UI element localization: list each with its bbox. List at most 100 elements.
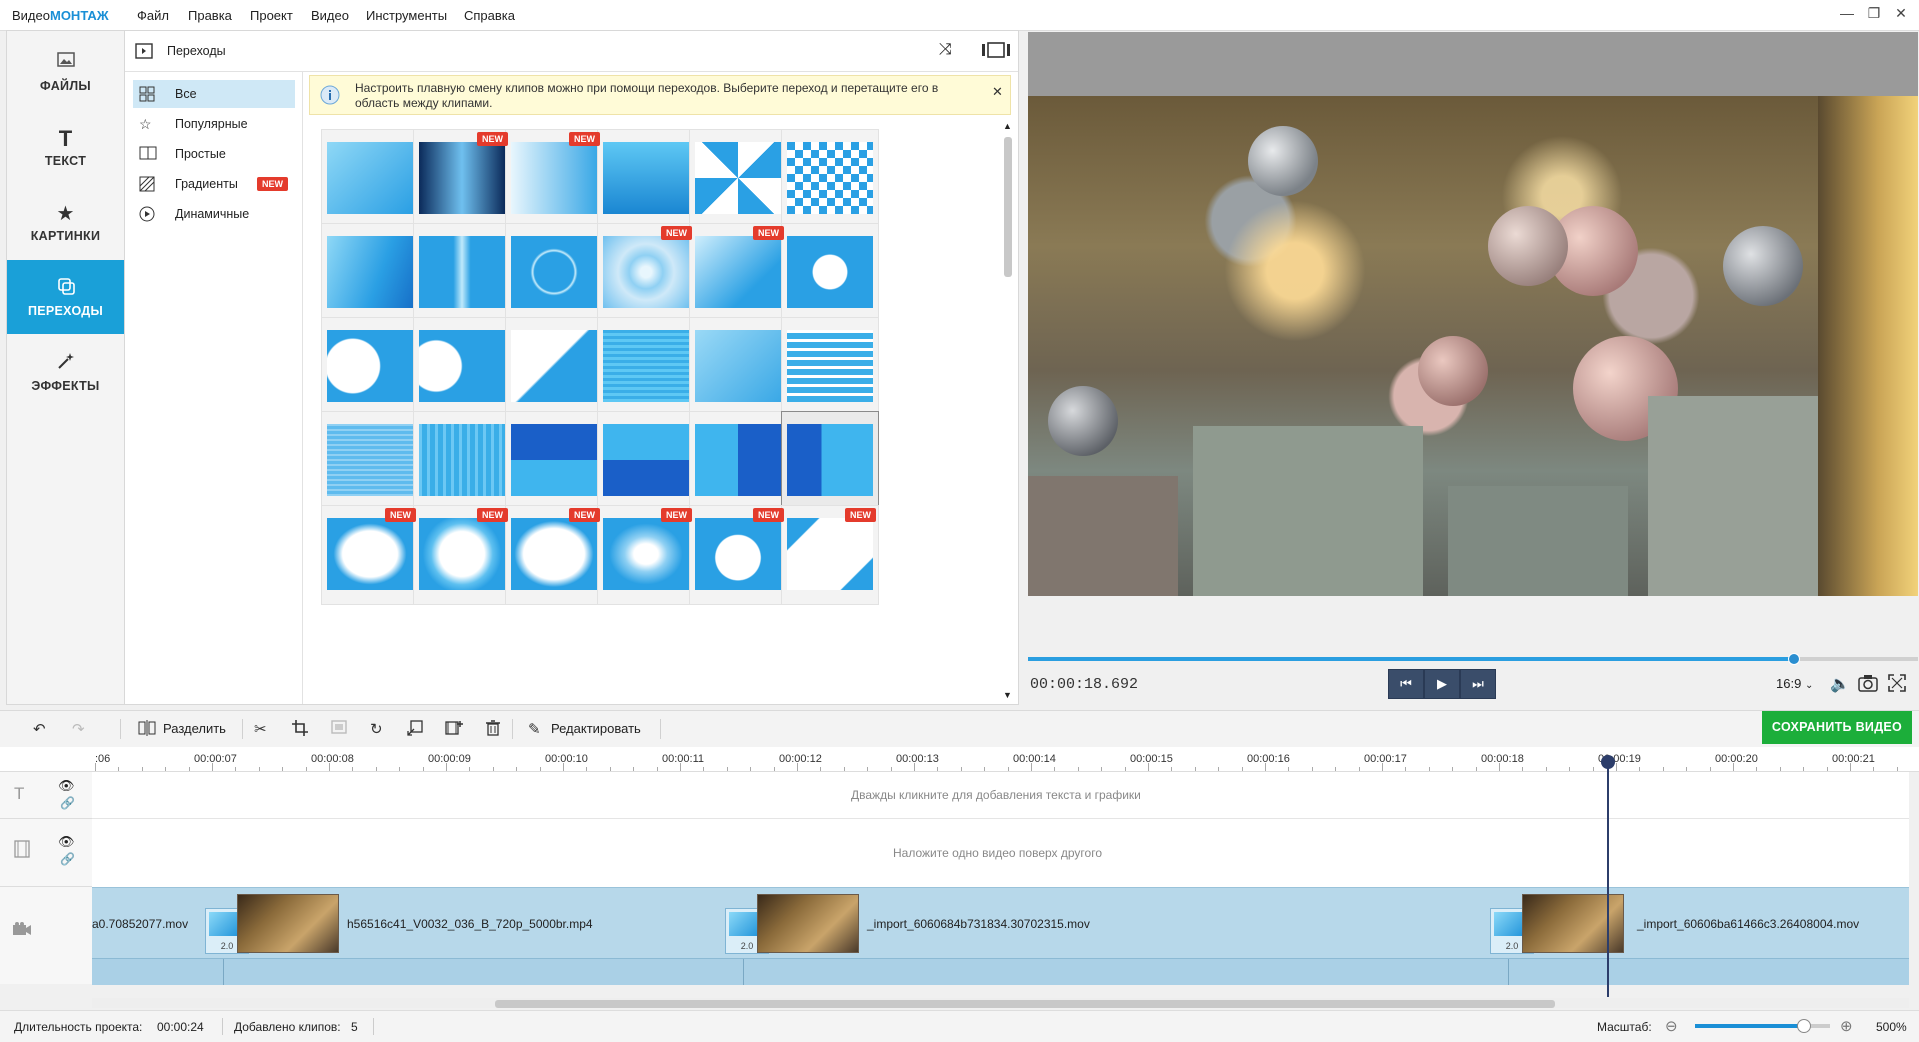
- transition-tile[interactable]: NEW: [689, 223, 787, 323]
- eye-icon[interactable]: 👁: [58, 834, 75, 850]
- video-track[interactable]: a0.70852077.mov 2.0 h56516c41_V0032_036_…: [92, 887, 1909, 958]
- transition-tile[interactable]: NEW: [413, 129, 511, 229]
- menu-edit[interactable]: Правка: [188, 8, 232, 23]
- nav-files[interactable]: ФАЙЛЫ: [7, 35, 124, 109]
- category-simple[interactable]: Простые: [133, 140, 295, 168]
- transition-tile[interactable]: [781, 223, 879, 323]
- text-icon: T: [58, 126, 73, 151]
- previous-button[interactable]: ⏮: [1388, 669, 1424, 699]
- close-info-icon[interactable]: ✕: [992, 84, 1003, 100]
- new-badge: NEW: [477, 132, 508, 146]
- split-icon[interactable]: [138, 720, 156, 740]
- nav-text[interactable]: T ТЕКСТ: [7, 110, 124, 184]
- scroll-up-icon[interactable]: ▲: [1003, 121, 1012, 131]
- status-bar: Длительность проекта: 00:00:24 Добавлено…: [0, 1010, 1919, 1042]
- transition-tile[interactable]: [413, 223, 511, 323]
- transition-tile[interactable]: [597, 129, 695, 229]
- time-ruler[interactable]: :06 00:00:07 00:00:08 00:00:09 00:00:10 00:00…: [0, 747, 1919, 772]
- progress-knob[interactable]: [1788, 653, 1801, 665]
- transition-tile[interactable]: [781, 129, 879, 229]
- nav-effects[interactable]: ЭФФЕКТЫ: [7, 335, 124, 409]
- panel-scrollbar[interactable]: ▲ ▼: [1001, 121, 1015, 704]
- menu-project[interactable]: Проект: [250, 8, 293, 23]
- shuffle-icon[interactable]: ⤨: [939, 41, 952, 59]
- next-button[interactable]: ⏭: [1460, 669, 1496, 699]
- menu-tools[interactable]: Инструменты: [366, 8, 447, 23]
- link-icon[interactable]: 🔗: [60, 852, 75, 866]
- transition-tile[interactable]: [689, 317, 787, 417]
- transition-tile[interactable]: [413, 317, 511, 417]
- nav-images[interactable]: ★ КАРТИНКИ: [7, 185, 124, 259]
- audio-track[interactable]: [92, 958, 1909, 985]
- menu-help[interactable]: Справка: [464, 8, 515, 23]
- rotate-icon[interactable]: ↻: [370, 720, 383, 738]
- video-preview[interactable]: [1028, 32, 1918, 596]
- menu-file[interactable]: Файл: [137, 8, 169, 23]
- zoom-clip-icon[interactable]: [407, 720, 423, 740]
- volume-icon[interactable]: 🔈: [1830, 674, 1850, 694]
- play-button[interactable]: ▶: [1424, 669, 1460, 699]
- nav-transitions[interactable]: ПЕРЕХОДЫ: [7, 260, 133, 334]
- playback-progress[interactable]: [1028, 653, 1918, 665]
- timeline-scroll-thumb[interactable]: [495, 1000, 1555, 1008]
- transition-tile[interactable]: [597, 317, 695, 417]
- transition-tile[interactable]: NEW: [597, 505, 695, 605]
- zoom-slider-handle[interactable]: [1797, 1019, 1811, 1033]
- transition-tile[interactable]: [413, 411, 511, 511]
- transition-tile[interactable]: [321, 317, 419, 417]
- zoom-out-icon[interactable]: ⊖: [1665, 1017, 1678, 1035]
- transition-tile[interactable]: NEW: [689, 505, 787, 605]
- edit-button[interactable]: Редактировать: [551, 721, 641, 736]
- category-gradients[interactable]: Градиенты NEW: [133, 170, 295, 198]
- transition-tile[interactable]: [781, 317, 879, 417]
- transition-tile[interactable]: [321, 411, 419, 511]
- transition-tile[interactable]: [689, 129, 787, 229]
- zoom-in-icon[interactable]: ⊕: [1840, 1017, 1853, 1035]
- transition-tile[interactable]: [505, 223, 603, 323]
- clip-thumbnail[interactable]: [237, 894, 339, 953]
- transition-thumbnail: [327, 236, 413, 308]
- snapshot-icon[interactable]: [1858, 674, 1878, 697]
- scroll-down-icon[interactable]: ▼: [1003, 690, 1012, 700]
- transition-tile[interactable]: [505, 317, 603, 417]
- playhead-handle[interactable]: [1601, 755, 1615, 769]
- transition-tile[interactable]: [505, 411, 603, 511]
- transition-tile[interactable]: [781, 411, 879, 511]
- redo-icon[interactable]: ↷: [72, 720, 85, 738]
- transition-tile[interactable]: NEW: [413, 505, 511, 605]
- add-clip-icon[interactable]: [445, 720, 463, 740]
- transition-tile[interactable]: [689, 411, 787, 511]
- aspect-ratio-select[interactable]: 16:9 ⌄: [1776, 676, 1813, 691]
- save-video-button[interactable]: СОХРАНИТЬ ВИДЕО: [1762, 711, 1912, 744]
- eye-icon[interactable]: 👁: [58, 778, 75, 794]
- link-icon[interactable]: 🔗: [60, 796, 75, 810]
- transition-tile[interactable]: NEW: [781, 505, 879, 605]
- transition-tile[interactable]: [597, 411, 695, 511]
- menu-video[interactable]: Видео: [311, 8, 349, 23]
- split-button[interactable]: Разделить: [163, 721, 226, 736]
- playhead[interactable]: [1607, 757, 1609, 997]
- transition-tile[interactable]: [321, 129, 419, 229]
- transition-tile[interactable]: NEW: [505, 129, 603, 229]
- filmstrip-view-icon[interactable]: [981, 42, 1011, 61]
- category-popular[interactable]: ☆ Популярные: [133, 110, 295, 138]
- frame-icon[interactable]: [331, 720, 347, 738]
- trash-icon[interactable]: [486, 720, 500, 740]
- new-badge: NEW: [477, 508, 508, 522]
- transition-tile[interactable]: [321, 223, 419, 323]
- scroll-thumb[interactable]: [1004, 137, 1012, 277]
- transition-tile[interactable]: NEW: [597, 223, 695, 323]
- scissors-icon[interactable]: ✂: [254, 720, 267, 738]
- transition-tile[interactable]: NEW: [505, 505, 603, 605]
- crop-icon[interactable]: [292, 720, 308, 740]
- transition-tile[interactable]: NEW: [321, 505, 419, 605]
- undo-icon[interactable]: ↶: [33, 720, 46, 738]
- edit-icon[interactable]: ✎: [528, 720, 541, 738]
- clip-thumbnail[interactable]: [757, 894, 859, 953]
- close-icon[interactable]: ✕: [1890, 5, 1912, 25]
- minimize-icon[interactable]: —: [1836, 5, 1858, 25]
- category-all[interactable]: Все: [133, 80, 295, 108]
- maximize-icon[interactable]: ❐: [1863, 5, 1885, 25]
- category-dynamic[interactable]: Динамичные: [133, 200, 295, 228]
- fullscreen-icon[interactable]: [1888, 674, 1906, 697]
